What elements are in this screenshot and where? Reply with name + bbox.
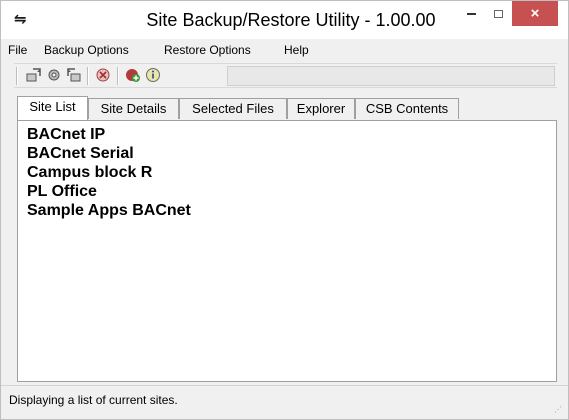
maximize-icon [493,10,503,19]
site-list-item[interactable]: BACnet IP [27,125,191,144]
toolbar-separator [87,67,89,85]
status-bar: Displaying a list of current sites. ⋰ [1,385,568,419]
resize-grip-icon[interactable]: ⋰ [554,405,564,415]
menu-restore-options[interactable]: Restore Options [164,43,251,57]
site-list-item[interactable]: BACnet Serial [27,144,191,163]
backup-icon[interactable] [25,67,43,85]
menu-backup-options[interactable]: Backup Options [44,43,129,57]
menu-bar: File Backup Options Restore Options Help [1,39,568,61]
tab-site-list[interactable]: Site List [17,96,88,120]
minimize-button[interactable] [458,1,484,26]
title-bar[interactable]: ⇋ Site Backup/Restore Utility - 1.00.00 … [1,1,568,39]
site-list: BACnet IP BACnet Serial Campus block R P… [27,125,191,220]
restore-icon[interactable] [65,67,83,85]
minimize-icon [466,13,476,16]
app-window: ⇋ Site Backup/Restore Utility - 1.00.00 … [0,0,569,420]
site-list-item[interactable]: Campus block R [27,163,191,182]
toolbar-grip[interactable] [16,67,18,85]
settings-gear-icon[interactable] [45,67,63,85]
tab-strip: Site List Site Details Selected Files Ex… [17,96,557,120]
tab-csb-contents[interactable]: CSB Contents [355,98,459,119]
menu-file[interactable]: File [8,43,27,57]
tab-selected-files[interactable]: Selected Files [179,98,287,119]
window-title: Site Backup/Restore Utility - 1.00.00 [146,10,436,30]
toolbar-spacer [227,66,555,86]
tab-explorer[interactable]: Explorer [287,98,355,119]
add-site-icon[interactable] [124,67,142,85]
info-icon[interactable] [144,67,162,85]
close-button[interactable]: × [512,1,558,26]
toolbar [14,63,557,88]
status-text: Displaying a list of current sites. [9,393,178,407]
menu-help[interactable]: Help [284,43,309,57]
site-list-panel[interactable]: BACnet IP BACnet Serial Campus block R P… [17,120,557,382]
stop-icon[interactable] [94,67,112,85]
site-list-item[interactable]: PL Office [27,182,191,201]
toolbar-separator [117,67,119,85]
site-list-item[interactable]: Sample Apps BACnet [27,201,191,220]
network-arrows-icon[interactable]: ⇋ [14,11,32,29]
maximize-button[interactable] [484,1,512,26]
tab-site-details[interactable]: Site Details [88,98,179,119]
